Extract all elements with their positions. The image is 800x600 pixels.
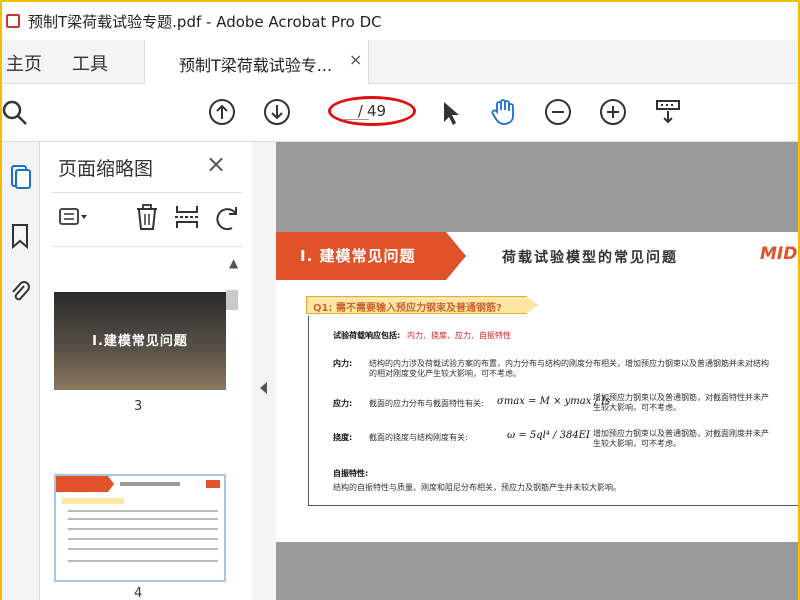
attachments-icon[interactable] [8,278,32,306]
prev-page-icon[interactable] [208,98,236,126]
zoom-in-icon[interactable] [599,98,627,126]
delete-page-icon[interactable] [132,202,162,232]
hand-tool-icon[interactable] [489,98,517,126]
page-separator: / [357,102,363,120]
banner-title: I. 建模常见问题 [300,247,416,265]
window-title: 预制T梁荷载试验专题.pdf - Adobe Acrobat Pro DC [28,12,382,31]
page-number-field[interactable]: / 49 [328,96,416,126]
extract-page-icon[interactable] [172,202,202,232]
banner-logo: MID [760,244,798,264]
scrollbar-thumb[interactable] [226,290,238,310]
tab-document[interactable]: 预制T梁荷载试验专... × [144,40,369,84]
thumbnail-page-3-number: 3 [134,399,143,414]
thumbnail-page-4[interactable] [54,474,226,582]
deflection-note-2: 生较大影响，可不考虑。 [593,439,681,448]
stress-note-2: 生较大影响，可不考虑。 [593,403,681,412]
thumbnail-page-4-preview [56,476,224,580]
internal-force-text-2: 的相对刚度变化产生较大影响，可不考虑。 [369,369,521,378]
toolbar: / 49 [2,84,798,142]
vibration-label: 自振特性: [333,469,369,478]
thumbnail-panel: 页面缩略图 × ▲ I.建模常见问题 3 4 [40,142,252,600]
banner-subtitle: 荷载试验模型的常见问题 [502,250,678,266]
collapse-panel-handle[interactable] [252,142,276,600]
stress-text: 截面的应力分布与截面特性有关: [369,399,484,408]
internal-force-label: 内力: [333,359,353,368]
tab-tools[interactable]: 工具 [72,50,108,76]
zoom-out-icon[interactable] [544,98,572,126]
thumbnail-page-4-number: 4 [134,586,143,600]
deflection-formula: ω = 5ql⁴ / 384EI [507,430,590,441]
search-icon[interactable] [2,98,30,126]
question-box: Q1: 需不需要输入预应力钢束及普通钢筋? [306,296,538,314]
left-rail [2,142,40,600]
vibration-text: 结构的自振特性与质量、刚度和阻尼分布相关，预应力及钢筋产生并未较大影响。 [333,483,621,492]
page-number-input-underline [343,119,369,120]
deflection-label: 挠度: [333,433,353,442]
response-items: 内力、挠度、应力、自振特性 [407,331,511,340]
scroll-mode-icon[interactable] [654,98,682,126]
page-total: 49 [366,102,387,120]
tab-home[interactable]: 主页 [6,50,42,76]
panel-title: 页面缩略图 [58,158,154,180]
response-label: 试验荷载响应包括: [333,331,401,340]
collapse-arrow-icon[interactable] [260,382,267,394]
bookmarks-icon[interactable] [8,222,32,250]
deflection-text: 截面的挠度与结构刚度有关: [369,433,468,442]
thumbnail-page-3-title: I.建模常见问题 [92,334,188,349]
stress-label: 应力: [333,399,353,408]
page-thumbnails-icon[interactable] [8,162,32,190]
close-tab-icon[interactable]: × [349,50,362,69]
title-bar: 预制T梁荷载试验专题.pdf - Adobe Acrobat Pro DC [2,2,798,40]
tab-bar: 主页 工具 预制T梁荷载试验专... × [2,40,798,84]
next-page-icon[interactable] [263,98,291,126]
close-panel-icon[interactable]: × [206,150,226,178]
document-canvas[interactable]: I. 建模常见问题 荷载试验模型的常见问题 MID Q1: 需不需要输入预应力钢… [276,142,798,600]
answer-content: 试验荷载响应包括: 内力、挠度、应力、自振特性 内力: 结构的内力涉及荷载试验方… [308,316,798,506]
question-text: Q1: 需不需要输入预应力钢束及普通钢筋? [313,303,502,314]
acrobat-app-icon [6,14,20,28]
panel-divider [52,246,242,247]
thumbnail-page-3[interactable]: I.建模常见问题 [54,292,226,390]
select-pointer-icon[interactable] [436,98,464,126]
panel-divider [52,192,242,193]
page-banner: I. 建模常见问题 荷载试验模型的常见问题 MID [276,232,798,280]
options-menu-icon[interactable] [58,202,88,232]
rotate-page-icon[interactable] [212,202,242,232]
tab-document-label: 预制T梁荷载试验专... [179,56,333,75]
document-page: I. 建模常见问题 荷载试验模型的常见问题 MID Q1: 需不需要输入预应力钢… [276,232,798,542]
